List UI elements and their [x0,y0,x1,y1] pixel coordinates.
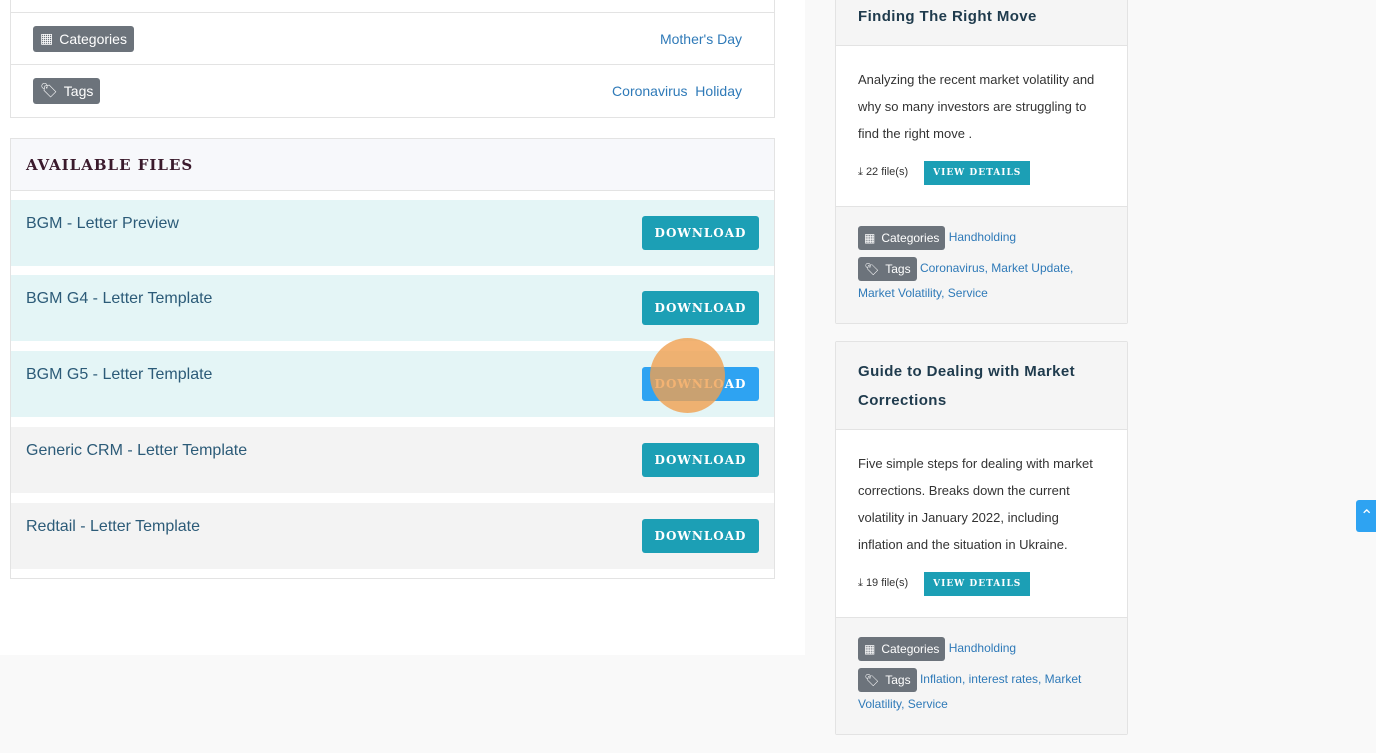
categories-badge: ▦ Categories [858,225,946,250]
download-icon: ⤓ [858,577,863,589]
file-name: Generic CRM - Letter Template [26,442,248,459]
file-row: BGM G5 - Letter Template DOWNLOAD [11,351,774,417]
categories-badge: ▦ Categories [33,25,134,52]
categories-row: ▦ Categories Mother's Day [11,12,774,64]
card-footer: ▦ Categories Handholding 🏷 Tags Inflation,… [836,617,1127,734]
tags-icon: 🏷 [864,261,880,276]
tags-icon: 🏷 [864,672,880,687]
tags-badge: 🏷 Tags [858,667,917,692]
tags-badge: 🏷 Tags [33,77,101,104]
grid-icon: ▦ [864,230,876,245]
card-description: Analyzing the recent market volatility a… [858,72,1095,141]
card-title[interactable]: Guide to Dealing with Market Corrections [836,342,1127,430]
available-files-panel: AVAILABLE FILES BGM - Letter Preview DOWN… [10,138,775,579]
download-button[interactable]: DOWNLOAD [642,519,759,553]
grid-icon: ▦ [864,641,876,656]
download-button[interactable]: DOWNLOAD [642,367,759,401]
category-link[interactable]: Handholding [949,641,1016,655]
files-title: AVAILABLE FILES [11,139,774,191]
card-title[interactable]: Finding The Right Move [836,0,1127,46]
file-row: BGM - Letter Preview DOWNLOAD [11,200,774,266]
categories-badge: ▦ Categories [858,636,946,661]
download-button[interactable]: DOWNLOAD [642,291,759,325]
view-details-button[interactable]: VIEW DETAILS [924,571,1031,596]
file-name: BGM G4 - Letter Template [26,290,213,307]
download-icon: ⤓ [858,166,863,178]
tags-badge: 🏷 Tags [858,256,917,281]
download-button[interactable]: DOWNLOAD [642,443,759,477]
card-footer: ▦ Categories Handholding 🏷 Tags Coronaviru… [836,206,1127,323]
file-row: Redtail - Letter Template DOWNLOAD [11,503,774,569]
card-body: Analyzing the recent market volatility a… [836,46,1127,206]
file-name: Redtail - Letter Template [26,518,201,535]
scroll-to-top-button[interactable]: ⌃ [1356,500,1376,532]
tag-links[interactable]: Coronavirus Holiday [612,83,742,99]
file-count: ⤓ 22 file(s) [858,166,909,178]
resource-card: Finding The Right Move Analyzing the rec… [835,0,1128,324]
tags-icon: 🏷 [40,82,58,98]
card-body: Five simple steps for dealing with marke… [836,430,1127,617]
file-name: BGM G5 - Letter Template [26,366,213,383]
download-button[interactable]: DOWNLOAD [642,216,759,250]
file-row: Generic CRM - Letter Template DOWNLOAD [11,427,774,493]
tags-row: 🏷 Tags Coronavirus Holiday [11,64,774,116]
view-details-button[interactable]: VIEW DETAILS [924,160,1031,185]
grid-icon: ▦ [40,30,54,46]
resource-card: Guide to Dealing with Market Corrections… [835,341,1128,735]
file-name: BGM - Letter Preview [26,215,179,232]
category-link[interactable]: Mother's Day [660,31,742,47]
card-description: Five simple steps for dealing with marke… [858,456,1093,552]
file-count: ⤓ 19 file(s) [858,577,909,589]
category-link[interactable]: Handholding [949,230,1016,244]
chevron-up-icon: ⌃ [1360,508,1374,525]
meta-card: ▦ Categories Mother's Day 🏷 Tags Coronavir… [10,0,775,118]
file-row: BGM G4 - Letter Template DOWNLOAD [11,275,774,341]
